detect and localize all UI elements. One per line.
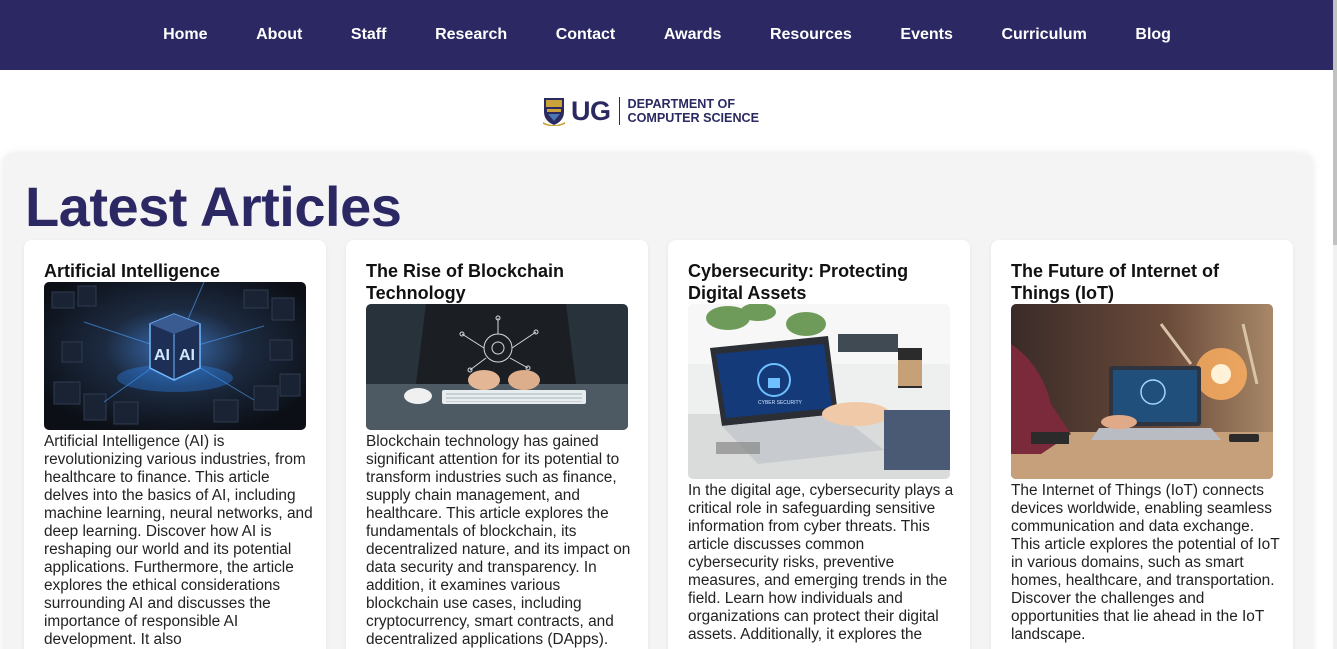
ai-chip-cube-image: AI AI (44, 282, 306, 430)
nav-link-curriculum[interactable]: Curriculum (977, 26, 1111, 44)
article-card-ai[interactable]: Artificial Intelligence AI AI Artificial… (24, 240, 326, 649)
scrollbar-thumb[interactable] (1333, 0, 1337, 245)
nav-link-about[interactable]: About (232, 26, 327, 44)
article-title[interactable]: Artificial Intelligence (44, 260, 314, 282)
logo-abbreviation: UG (571, 95, 611, 126)
article-body: In the digital age, cybersecurity plays … (688, 482, 954, 643)
nav-link-blog[interactable]: Blog (1111, 26, 1195, 44)
article-title[interactable]: The Rise of Blockchain Technology (366, 260, 636, 304)
svg-text:AI: AI (154, 347, 170, 364)
university-crest-icon (543, 98, 565, 126)
nav-link-research[interactable]: Research (411, 26, 532, 44)
article-title[interactable]: Cybersecurity: Protecting Digital Assets (688, 260, 958, 304)
article-body: Blockchain technology has gained signifi… (366, 433, 631, 648)
section-title: Latest Articles (25, 175, 402, 238)
article-body: The Internet of Things (IoT) connects de… (1011, 482, 1280, 643)
page-scrollbar[interactable] (1333, 0, 1337, 649)
logo-line-2: COMPUTER SCIENCE (627, 111, 760, 125)
iot-factory-laptop-image (1011, 304, 1273, 479)
department-logo[interactable]: UG DEPARTMENT OF COMPUTER SCIENCE (543, 94, 759, 128)
nav-list: Home About Staff Research Contact Awards… (0, 0, 1333, 70)
nav-link-awards[interactable]: Awards (640, 26, 746, 44)
svg-text:AI: AI (179, 347, 195, 364)
top-navbar: Home About Staff Research Contact Awards… (0, 0, 1333, 70)
nav-link-staff[interactable]: Staff (327, 26, 411, 44)
logo-line-1: DEPARTMENT OF (627, 97, 736, 111)
logo-department-name: DEPARTMENT OF COMPUTER SCIENCE (628, 97, 760, 125)
latest-articles-section: Latest Articles Artificial Intelligence (3, 153, 1313, 649)
logo-divider (618, 97, 620, 125)
laptop-keyboard-image (366, 304, 628, 430)
article-card-iot[interactable]: The Future of Internet of Things (IoT) T… (991, 240, 1293, 649)
article-body: Artificial Intelligence (AI) is revoluti… (44, 433, 313, 648)
article-card-blockchain[interactable]: The Rise of Blockchain Technology Blockc… (346, 240, 648, 649)
svg-text:CYBER SECURITY: CYBER SECURITY (758, 400, 803, 406)
nav-link-contact[interactable]: Contact (531, 26, 639, 44)
cyber-security-laptop-image: CYBER SECURITY (688, 304, 950, 479)
article-card-cybersecurity[interactable]: Cybersecurity: Protecting Digital Assets… (668, 240, 970, 649)
nav-link-events[interactable]: Events (876, 26, 977, 44)
article-title[interactable]: The Future of Internet of Things (IoT) (1011, 260, 1281, 304)
nav-link-home[interactable]: Home (139, 26, 232, 44)
nav-link-resources[interactable]: Resources (746, 26, 876, 44)
